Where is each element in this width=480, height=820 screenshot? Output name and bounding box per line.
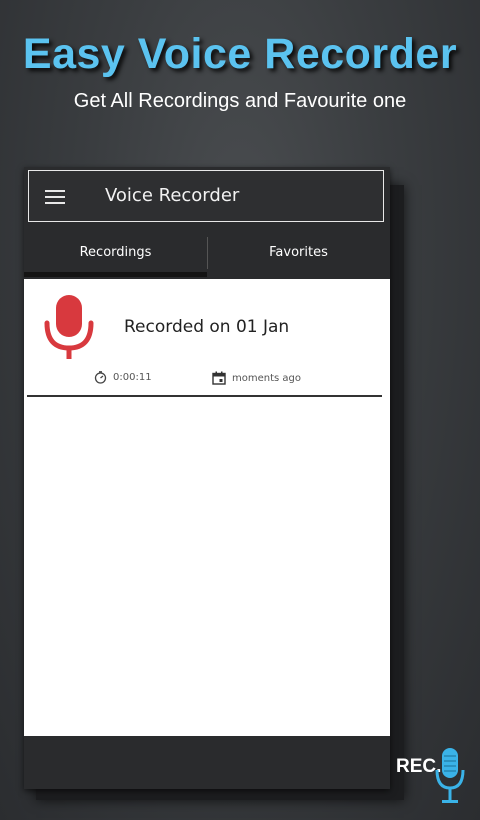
rec-logo: REC. — [396, 748, 476, 808]
promo-subtitle: Get All Recordings and Favourite one — [73, 90, 407, 112]
microphone-icon — [44, 295, 94, 359]
tab-recordings[interactable]: Recordings — [24, 229, 207, 277]
recording-date: moments ago — [212, 371, 301, 385]
recording-title: Recorded on 01 Jan — [124, 317, 290, 337]
duration-text: 0:00:11 — [113, 372, 152, 383]
tab-favorites[interactable]: Favorites — [207, 229, 390, 277]
app-title: Voice Recorder — [105, 185, 240, 206]
recording-duration: 0:00:11 — [94, 371, 152, 384]
promo-title: Easy Voice Recorder — [22, 30, 458, 78]
list-item[interactable]: Recorded on 01 Jan 0:00:11 moments ago — [24, 279, 390, 397]
list-divider — [27, 395, 382, 397]
tab-indicator — [24, 272, 207, 277]
microphone-logo-icon — [435, 748, 465, 803]
recordings-list: Recorded on 01 Jan 0:00:11 moments ago — [24, 279, 390, 736]
calendar-icon — [212, 371, 226, 385]
phone-screen: Voice Recorder Recordings Favorites Reco… — [24, 167, 390, 789]
bottom-bar — [24, 736, 390, 789]
hamburger-menu-icon[interactable] — [45, 190, 65, 204]
timer-icon — [94, 371, 107, 384]
app-bar: Voice Recorder — [28, 170, 384, 222]
date-text: moments ago — [232, 372, 301, 384]
tab-divider — [207, 237, 208, 269]
